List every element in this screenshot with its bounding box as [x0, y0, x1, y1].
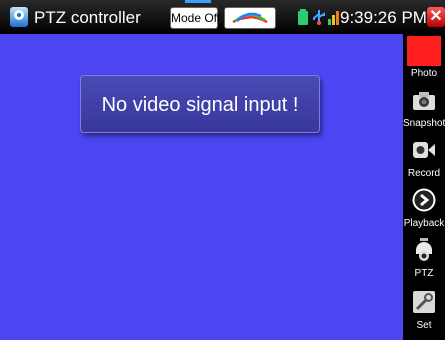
sidebar-item-record[interactable]: Record [403, 134, 445, 184]
sidebar-item-label: Record [407, 168, 441, 179]
snapshot-camera-icon [413, 92, 435, 110]
app-title: PTZ controller [34, 8, 141, 27]
sidebar-item-label: Set [416, 320, 432, 331]
photo-icon [407, 36, 441, 66]
playback-icon [412, 188, 436, 212]
ptz-icon [416, 238, 432, 261]
settings-icon [413, 291, 435, 313]
sidebar-item-set[interactable]: Set [403, 286, 445, 336]
status-bar: PTZ controller Mode Off 9:39:26 PM ✕ [0, 0, 445, 34]
clock: 9:39:26 PM [340, 8, 427, 27]
sidebar-item-snapshot[interactable]: Snapshot [403, 84, 445, 134]
color-bar-test-icon [232, 12, 268, 24]
sidebar-item-photo[interactable]: Photo [403, 34, 445, 84]
sidebar-item-playback[interactable]: Playback [403, 184, 445, 234]
close-icon: ✕ [429, 8, 443, 25]
record-video-icon [413, 142, 435, 158]
mode-button-label: Mode Off [171, 11, 221, 25]
mode-button[interactable]: Mode Off [170, 7, 221, 29]
sidebar-item-label: PTZ [414, 268, 434, 279]
battery-icon [298, 9, 308, 25]
sidebar-item-label: Snapshot [403, 118, 445, 129]
sidebar-item-label: Playback [403, 218, 445, 229]
sidebar-item-label: Photo [410, 68, 438, 79]
notification-indicator [185, 0, 211, 3]
no-signal-text: No video signal input ! [101, 94, 299, 116]
usb-icon [313, 10, 325, 25]
color-bar-test-button[interactable] [224, 7, 276, 29]
video-preview: No video signal input ! [0, 34, 403, 340]
network-icon [328, 11, 339, 25]
no-signal-message: No video signal input ! [80, 75, 320, 133]
close-button[interactable]: ✕ [427, 7, 445, 27]
ptz-camera-icon [10, 7, 28, 27]
sidebar: Photo Snapshot Record Playback PTZ Set [403, 34, 445, 340]
sidebar-item-ptz[interactable]: PTZ [403, 234, 445, 284]
